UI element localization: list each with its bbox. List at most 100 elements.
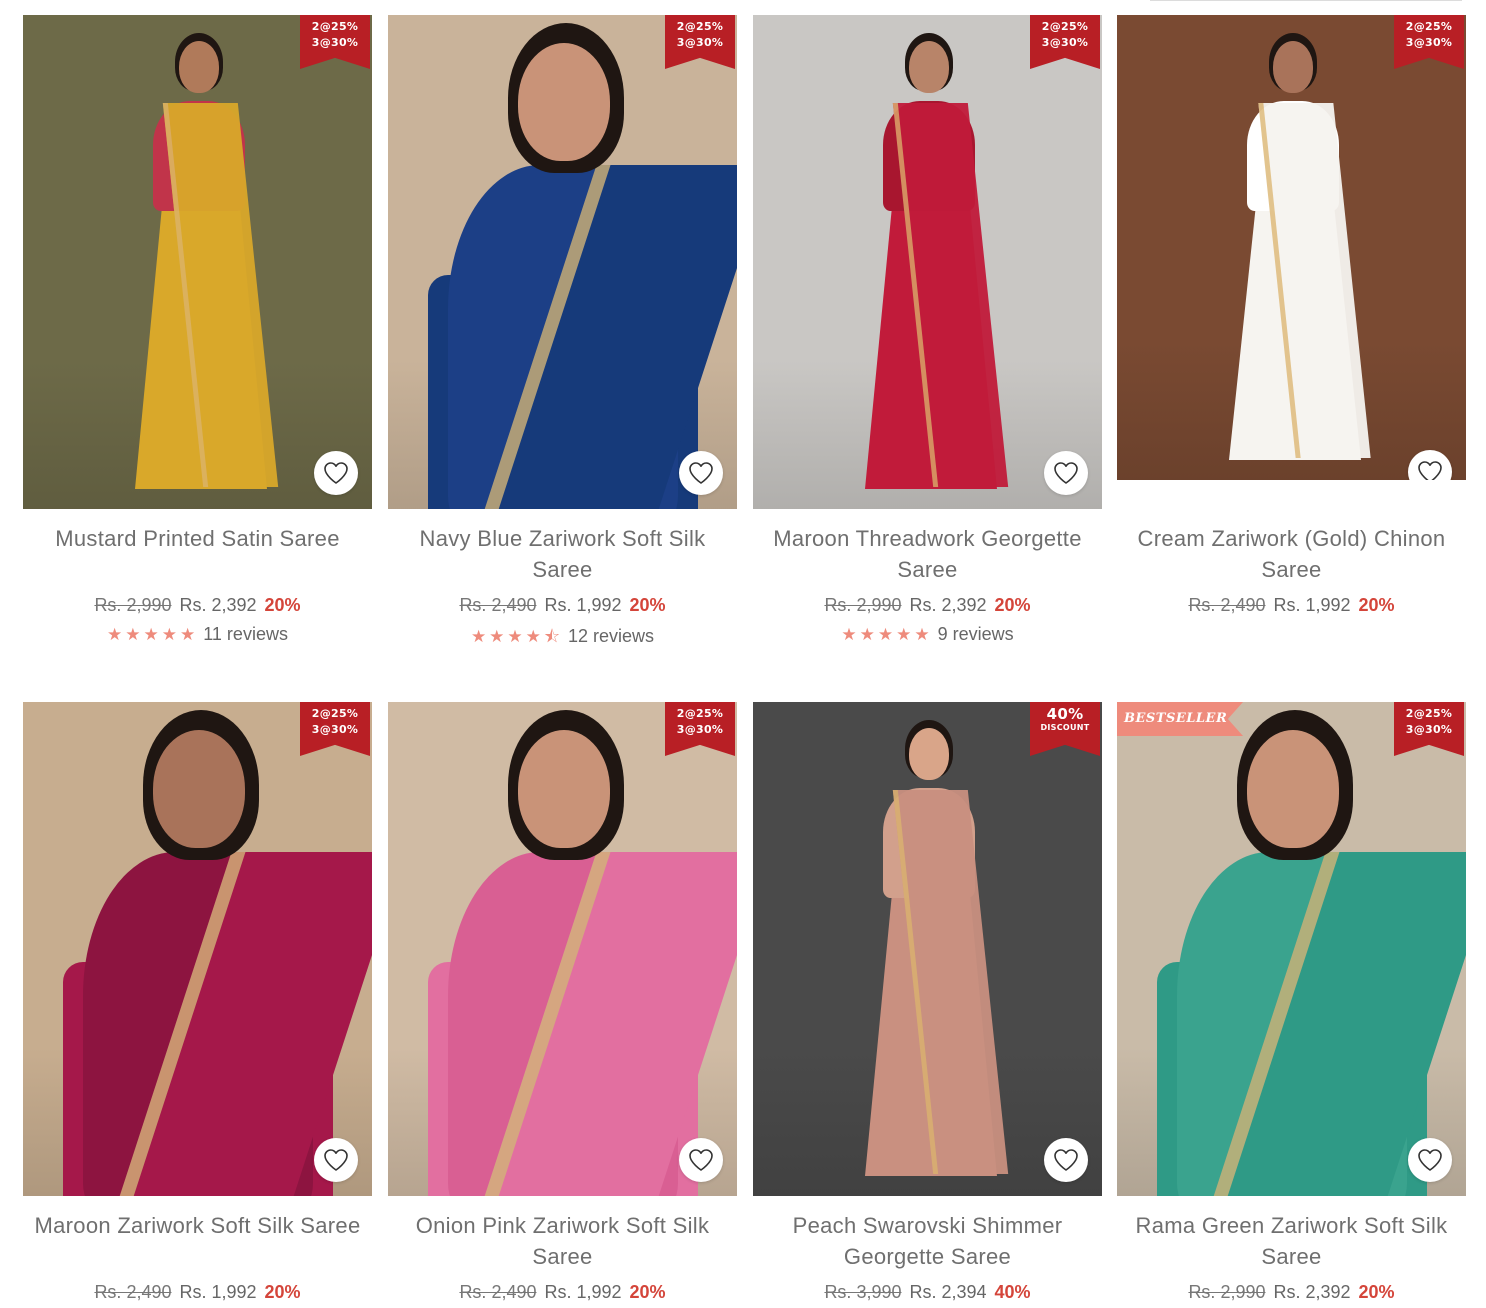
model-photo — [23, 15, 372, 509]
wishlist-heart-icon[interactable] — [679, 451, 723, 495]
review-count[interactable]: 11 reviews — [203, 624, 288, 644]
wishlist-heart-icon[interactable] — [1044, 1138, 1088, 1182]
model-photo — [753, 15, 1102, 509]
sale-price: Rs. 1,992 — [179, 1282, 257, 1302]
product-image[interactable]: BESTSELLER 2@25% 3@30% — [1117, 702, 1466, 1196]
price-row: Rs. 2,490 Rs. 1,992 20% — [1117, 595, 1466, 616]
product-image[interactable]: 2@25% 3@30% — [23, 702, 372, 1196]
sale-price: Rs. 2,392 — [179, 595, 257, 615]
price-row: Rs. 2,490 Rs. 1,992 20% — [388, 1282, 737, 1303]
star-rating: ★★★★★ — [107, 625, 199, 645]
discount-percent: 20% — [1358, 595, 1395, 615]
product-card[interactable]: 2@25% 3@30% Maroon Threadwork Georgette S… — [753, 15, 1102, 645]
offer-line-1: 2@25% — [676, 20, 724, 33]
model-face — [518, 730, 610, 848]
sale-price: Rs. 1,992 — [1273, 595, 1351, 615]
offer-line-1: 2@25% — [1405, 707, 1453, 720]
product-card[interactable]: 2@25% 3@30% Cream Zariwork (Gold) Chinon … — [1117, 15, 1466, 616]
model-face — [153, 730, 245, 848]
review-count[interactable]: 9 reviews — [938, 624, 1014, 644]
star-rating: ★★★★⯪ — [470, 627, 563, 647]
price-row: Rs. 2,990 Rs. 2,392 20% — [1117, 1282, 1466, 1303]
rating-row: ★★★★★ 9 reviews — [753, 624, 1102, 645]
model-face — [909, 728, 949, 780]
model-face — [179, 41, 219, 93]
offer-line-2: 3@30% — [1405, 723, 1453, 736]
discount-percent: 20% — [264, 595, 301, 615]
product-title[interactable]: Rama Green Zariwork Soft Silk Saree — [1117, 1210, 1466, 1272]
model-face — [909, 41, 949, 93]
product-image[interactable]: 2@25% 3@30% — [388, 15, 737, 509]
offer-line-1: 2@25% — [311, 20, 359, 33]
offer-line-2: 3@30% — [1041, 36, 1089, 49]
mrp-price: Rs. 2,490 — [1188, 595, 1266, 615]
mrp-price: Rs. 2,990 — [94, 595, 172, 615]
mrp-price: Rs. 2,990 — [1188, 1282, 1266, 1302]
offer-line-2: 3@30% — [676, 36, 724, 49]
product-image[interactable]: 2@25% 3@30% — [1117, 15, 1466, 480]
discount-percent: 20% — [629, 595, 666, 615]
model-photo — [388, 15, 737, 509]
product-card[interactable]: 2@25% 3@30% Maroon Zariwork Soft Silk Sar… — [23, 702, 372, 1303]
offer-line-2: 3@30% — [1405, 36, 1453, 49]
wishlist-heart-icon[interactable] — [314, 1138, 358, 1182]
mrp-price: Rs. 2,490 — [94, 1282, 172, 1302]
rating-row: ★★★★★ 11 reviews — [23, 624, 372, 645]
offer-line-1: 2@25% — [311, 707, 359, 720]
mrp-price: Rs. 2,490 — [459, 1282, 537, 1302]
offer-line-1: 40% — [1046, 705, 1084, 723]
rating-row: ★★★★⯪ 12 reviews — [388, 624, 737, 653]
product-title[interactable]: Cream Zariwork (Gold) Chinon Saree — [1117, 523, 1466, 585]
product-image[interactable]: 2@25% 3@30% — [23, 15, 372, 509]
discount-percent: 20% — [629, 1282, 666, 1302]
sale-price: Rs. 2,394 — [909, 1282, 987, 1302]
price-row: Rs. 2,990 Rs. 2,392 20% — [23, 595, 372, 616]
product-title[interactable]: Maroon Threadwork Georgette Saree — [753, 523, 1102, 585]
star-rating: ★★★★★ — [841, 625, 933, 645]
bestseller-tag: BESTSELLER — [1117, 702, 1243, 736]
model-photo — [23, 702, 372, 1196]
product-image[interactable]: 2@25% 3@30% — [388, 702, 737, 1196]
discount-percent: 20% — [264, 1282, 301, 1302]
sale-price: Rs. 1,992 — [544, 595, 622, 615]
product-card[interactable]: 2@25% 3@30% Navy Blue Zariwork Soft Silk … — [388, 15, 737, 653]
model-face — [1273, 41, 1313, 93]
model-face — [518, 43, 610, 161]
price-row: Rs. 2,490 Rs. 1,992 20% — [388, 595, 737, 616]
product-card[interactable]: 2@25% 3@30% Onion Pink Zariwork Soft Silk… — [388, 702, 737, 1303]
offer-line-1: 2@25% — [1405, 20, 1453, 33]
sale-price: Rs. 2,392 — [1273, 1282, 1351, 1302]
product-title[interactable]: Mustard Printed Satin Saree — [23, 523, 372, 585]
price-row: Rs. 2,490 Rs. 1,992 20% — [23, 1282, 372, 1303]
product-title[interactable]: Maroon Zariwork Soft Silk Saree — [23, 1210, 372, 1272]
product-title[interactable]: Navy Blue Zariwork Soft Silk Saree — [388, 523, 737, 585]
mrp-price: Rs. 2,990 — [824, 595, 902, 615]
mrp-price: Rs. 3,990 — [824, 1282, 902, 1302]
mrp-price: Rs. 2,490 — [459, 595, 537, 615]
wishlist-heart-icon[interactable] — [1408, 1138, 1452, 1182]
model-face — [1247, 730, 1339, 848]
product-card[interactable]: BESTSELLER 2@25% 3@30% Rama Green Zariwork… — [1117, 702, 1466, 1303]
offer-line-2: DISCOUNT — [1040, 723, 1090, 732]
offer-line-2: 3@30% — [311, 723, 359, 736]
wishlist-heart-icon[interactable] — [314, 451, 358, 495]
price-row: Rs. 3,990 Rs. 2,394 40% — [753, 1282, 1102, 1303]
offer-line-1: 2@25% — [676, 707, 724, 720]
discount-percent: 20% — [1358, 1282, 1395, 1302]
wishlist-heart-icon[interactable] — [1044, 451, 1088, 495]
price-row: Rs. 2,990 Rs. 2,392 20% — [753, 595, 1102, 616]
discount-percent: 40% — [994, 1282, 1031, 1302]
product-card[interactable]: 2@25% 3@30% Mustard Printed Satin Saree R… — [23, 15, 372, 645]
model-photo — [1117, 15, 1466, 480]
top-divider — [1150, 0, 1462, 1]
product-card[interactable]: 40% DISCOUNT Peach Swarovski Shimmer Geor… — [753, 702, 1102, 1303]
product-image[interactable]: 2@25% 3@30% — [753, 15, 1102, 509]
sale-price: Rs. 1,992 — [544, 1282, 622, 1302]
product-title[interactable]: Peach Swarovski Shimmer Georgette Saree — [753, 1210, 1102, 1272]
sale-price: Rs. 2,392 — [909, 595, 987, 615]
model-photo — [1117, 702, 1466, 1196]
wishlist-heart-icon[interactable] — [679, 1138, 723, 1182]
product-title[interactable]: Onion Pink Zariwork Soft Silk Saree — [388, 1210, 737, 1272]
product-image[interactable]: 40% DISCOUNT — [753, 702, 1102, 1196]
review-count[interactable]: 12 reviews — [568, 626, 654, 646]
